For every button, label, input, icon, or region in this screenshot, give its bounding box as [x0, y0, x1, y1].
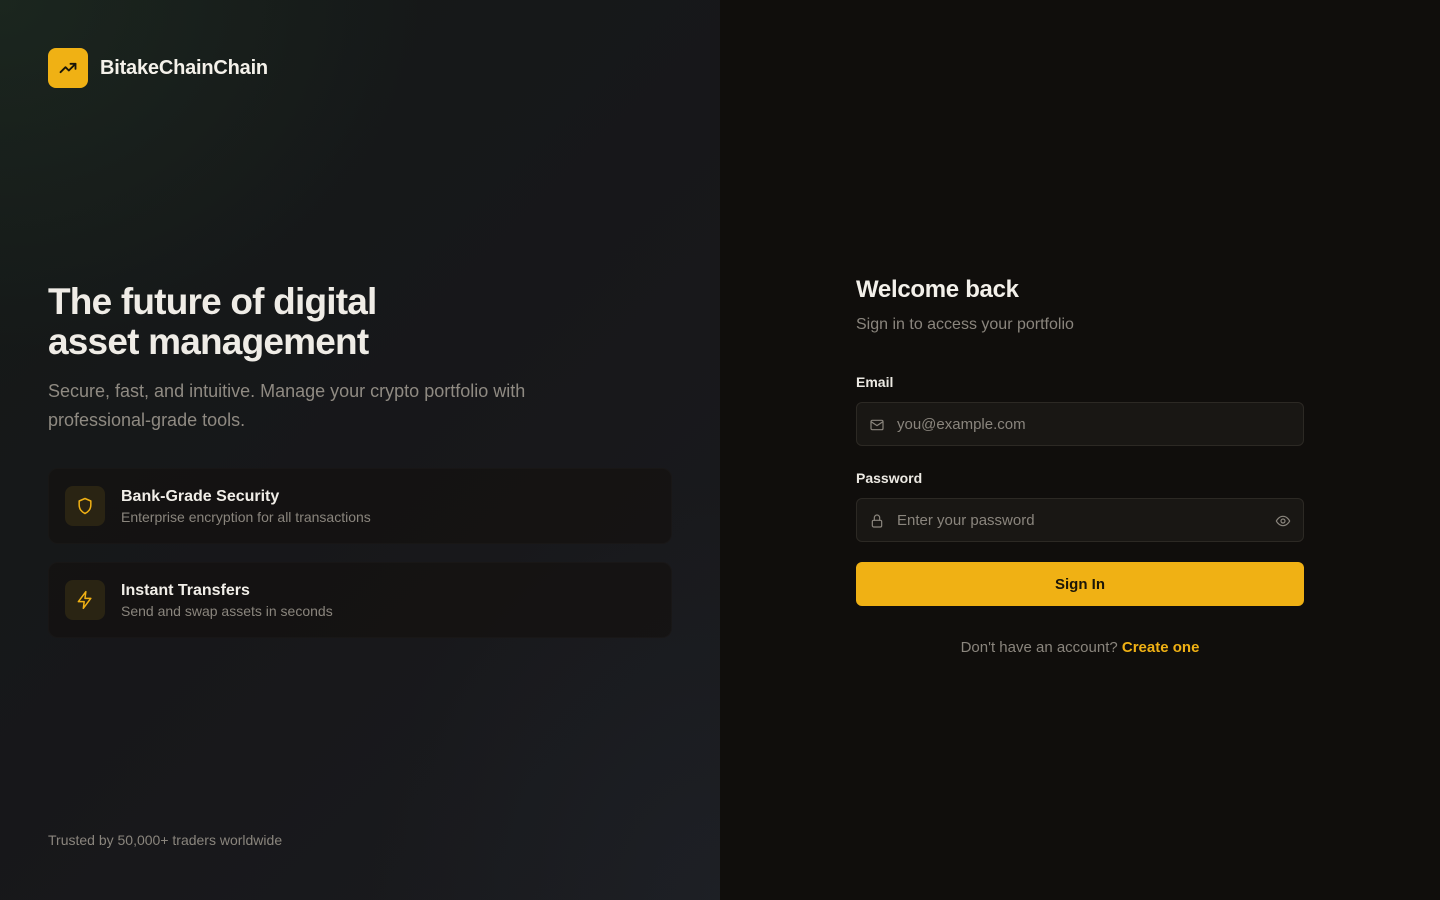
mail-icon [868, 416, 886, 434]
sign-in-form: Welcome back Sign in to access your port… [856, 276, 1304, 656]
email-label: Email [856, 374, 894, 390]
feature-description: Enterprise encryption for all transactio… [121, 508, 371, 525]
sign-in-button[interactable]: Sign In [856, 562, 1304, 606]
marketing-panel: BitakeChainChain The future of digital a… [0, 0, 720, 900]
feature-card-security: Bank-Grade Security Enterprise encryptio… [48, 468, 672, 544]
trust-text: Trusted by 50,000+ traders worldwide [48, 832, 283, 848]
email-input[interactable] [857, 403, 1303, 445]
feature-description: Send and swap assets in seconds [121, 602, 333, 619]
feature-title: Bank-Grade Security [121, 487, 280, 505]
lock-icon [868, 512, 886, 530]
create-account-link[interactable]: Create one [1122, 639, 1200, 656]
brand-name: BitakeChainChain [100, 56, 268, 79]
password-field-wrapper [856, 498, 1304, 542]
hero-title: The future of digital asset management [48, 281, 377, 362]
email-field-wrapper [856, 402, 1304, 446]
signup-prompt: Don't have an account? Create one [856, 639, 1304, 656]
form-subtitle: Sign in to access your portfolio [856, 316, 1074, 333]
form-title: Welcome back [856, 276, 1019, 303]
lightning-icon [65, 580, 105, 620]
hero-subtitle: Secure, fast, and intuitive. Manage your… [48, 381, 526, 430]
auth-panel [720, 0, 1440, 900]
shield-icon [65, 486, 105, 526]
brand[interactable]: BitakeChainChain [48, 48, 268, 88]
feature-title: Instant Transfers [121, 581, 250, 599]
password-label: Password [856, 470, 923, 486]
trending-up-icon [48, 48, 88, 88]
password-input[interactable] [857, 499, 1303, 541]
eye-icon[interactable] [1273, 511, 1293, 531]
feature-card-transfers: Instant Transfers Send and swap assets i… [48, 562, 672, 638]
signup-prompt-text: Don't have an account? [960, 639, 1118, 656]
